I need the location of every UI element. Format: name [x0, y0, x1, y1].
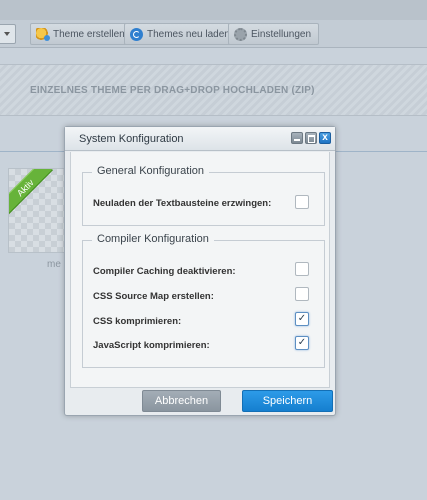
- upload-label: EINZELNES THEME PER DRAG+DROP HOCHLADEN …: [30, 85, 315, 96]
- top-strip: [0, 0, 427, 20]
- create-theme-label: Theme erstellen: [53, 28, 125, 40]
- toolbar: Theme erstellen Themes neu laden Einstel…: [0, 20, 427, 48]
- reload-themes-button[interactable]: Themes neu laden: [124, 23, 238, 45]
- theme-card-caption: me: [47, 259, 61, 270]
- general-config-legend: General Konfiguration: [92, 165, 210, 177]
- js-compress-checkbox[interactable]: ✓: [295, 336, 309, 350]
- save-button[interactable]: Speichern: [242, 390, 333, 412]
- paint-palette-icon: [36, 27, 50, 41]
- cancel-button[interactable]: Abbrechen: [142, 390, 221, 412]
- settings-label: Einstellungen: [251, 28, 312, 40]
- general-config-group: General Konfiguration Neuladen der Textb…: [82, 165, 325, 226]
- css-compress-label: CSS komprimieren:: [93, 316, 182, 327]
- reload-textblocks-label: Neuladen der Textbausteine erzwingen:: [93, 198, 272, 209]
- settings-button[interactable]: Einstellungen: [228, 23, 320, 45]
- gear-icon: [234, 27, 247, 41]
- css-compress-checkbox[interactable]: ✓: [295, 312, 309, 326]
- css-source-map-label: CSS Source Map erstellen:: [93, 291, 214, 302]
- create-theme-button[interactable]: Theme erstellen: [30, 23, 133, 45]
- theme-card[interactable]: Aktiv: [8, 168, 68, 253]
- compiler-caching-label: Compiler Caching deaktivieren:: [93, 266, 236, 277]
- dialog-header[interactable]: System Konfiguration x: [65, 127, 335, 151]
- reload-textblocks-checkbox[interactable]: [295, 195, 309, 209]
- js-compress-label: JavaScript komprimieren:: [93, 340, 210, 351]
- upload-dropzone[interactable]: EINZELNES THEME PER DRAG+DROP HOCHLADEN …: [0, 64, 427, 116]
- close-icon[interactable]: x: [319, 132, 331, 144]
- compiler-config-group: Compiler Konfiguration Compiler Caching …: [82, 233, 325, 368]
- dialog-title: System Konfiguration: [79, 133, 184, 145]
- compiler-caching-checkbox[interactable]: [295, 262, 309, 276]
- chevron-down-icon: [4, 32, 10, 36]
- system-config-dialog: System Konfiguration x General Konfigura…: [64, 126, 336, 416]
- compiler-config-legend: Compiler Konfiguration: [92, 233, 214, 245]
- maximize-icon[interactable]: [305, 132, 317, 144]
- reload-themes-label: Themes neu laden: [147, 28, 230, 40]
- css-source-map-checkbox[interactable]: [295, 287, 309, 301]
- toolbar-select[interactable]: [0, 24, 16, 44]
- active-badge: Aktiv: [9, 169, 53, 216]
- reload-icon: [130, 27, 143, 41]
- dialog-footer: Abbrechen Speichern: [65, 389, 335, 415]
- dialog-body: General Konfiguration Neuladen der Textb…: [70, 152, 330, 388]
- minimize-icon[interactable]: [291, 132, 303, 144]
